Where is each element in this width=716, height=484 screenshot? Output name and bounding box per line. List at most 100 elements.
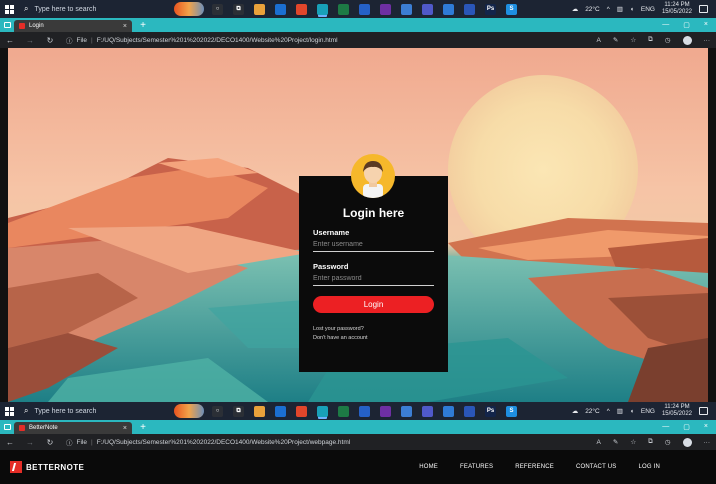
chrome-icon[interactable]: [254, 3, 265, 15]
photoshop-icon[interactable]: Ps: [485, 3, 496, 15]
favorite-star-icon[interactable]: ☆: [630, 36, 636, 44]
task-view-icon[interactable]: ⧉: [233, 3, 244, 15]
more-menu-icon[interactable]: ···: [704, 37, 711, 44]
collections-icon[interactable]: ⧉: [648, 36, 653, 44]
teams-icon[interactable]: [422, 405, 433, 417]
tab-betternote[interactable]: BetterNote ×: [14, 422, 132, 434]
extensions-icon[interactable]: ✎: [613, 36, 618, 44]
teams-icon[interactable]: [422, 3, 433, 15]
username-input[interactable]: [313, 239, 434, 252]
word-icon[interactable]: [464, 405, 475, 417]
onenote-icon[interactable]: [380, 405, 391, 417]
tab-actions-icon[interactable]: [0, 18, 14, 32]
skype-icon[interactable]: S: [506, 405, 517, 417]
history-icon[interactable]: ◷: [665, 438, 671, 446]
weather-cloud-icon[interactable]: ☁: [572, 407, 579, 415]
close-window-icon[interactable]: ×: [704, 21, 708, 29]
brave-icon[interactable]: [296, 405, 307, 417]
task-view-icon[interactable]: ⧉: [233, 405, 244, 417]
close-window-icon[interactable]: ×: [704, 423, 708, 431]
edge-icon[interactable]: [317, 3, 328, 15]
minimize-icon[interactable]: —: [662, 423, 669, 431]
calendar-icon[interactable]: [359, 405, 370, 417]
back-icon[interactable]: ←: [6, 36, 14, 45]
windows-start-button[interactable]: [0, 0, 18, 18]
betternote-logo[interactable]: BETTERNOTE: [10, 461, 84, 473]
calendar-icon[interactable]: [359, 3, 370, 15]
tab-login[interactable]: Login ×: [14, 20, 132, 32]
url-field[interactable]: ⓘ File | F:/UQ/Subjects/Semester%201%202…: [66, 437, 350, 448]
nav-log-in[interactable]: LOG IN: [638, 464, 660, 470]
outlook-icon[interactable]: [443, 3, 454, 15]
more-menu-icon[interactable]: ···: [704, 439, 711, 446]
show-hidden-icons-icon[interactable]: ^: [607, 408, 610, 415]
show-hidden-icons-icon[interactable]: ^: [607, 6, 610, 13]
outlook-icon[interactable]: [443, 405, 454, 417]
url-text: F:/UQ/Subjects/Semester%201%202022/DECO1…: [96, 36, 338, 44]
mail-icon[interactable]: [275, 405, 286, 417]
read-aloud-icon[interactable]: A: [597, 439, 601, 446]
notification-center-icon[interactable]: [699, 407, 708, 415]
taskbar-search-box[interactable]: ⌕ Type here to search: [18, 402, 158, 420]
nav-contact-us[interactable]: CONTACT US: [576, 464, 616, 470]
brave-icon[interactable]: [296, 3, 307, 15]
weather-temperature[interactable]: 22°C: [585, 6, 600, 13]
close-tab-icon[interactable]: ×: [123, 425, 127, 432]
onenote-icon[interactable]: [380, 3, 391, 15]
onedrive-icon[interactable]: [401, 3, 412, 15]
excel-icon[interactable]: [338, 3, 349, 15]
cortana-icon[interactable]: ○: [212, 405, 223, 417]
onedrive-icon[interactable]: [401, 405, 412, 417]
new-tab-icon[interactable]: +: [136, 20, 150, 31]
windows-start-button[interactable]: [0, 402, 18, 420]
nav-home[interactable]: HOME: [419, 464, 438, 470]
taskbar-clock[interactable]: 11:24 PM 15/05/2022: [662, 404, 692, 419]
volume-icon[interactable]: ◖: [630, 408, 634, 415]
read-aloud-icon[interactable]: A: [597, 37, 601, 44]
forward-icon[interactable]: →: [26, 438, 34, 447]
language-indicator[interactable]: ENG: [641, 6, 655, 13]
collections-icon[interactable]: ⧉: [648, 438, 653, 446]
nav-features[interactable]: FEATURES: [460, 464, 493, 470]
back-icon[interactable]: ←: [6, 438, 14, 447]
login-button[interactable]: Login: [313, 296, 434, 313]
maximize-icon[interactable]: ▢: [683, 21, 690, 29]
news-weather-widget-icon[interactable]: [174, 404, 204, 418]
language-indicator[interactable]: ENG: [641, 408, 655, 415]
taskbar-search-box[interactable]: ⌕ Type here to search: [18, 0, 158, 18]
extensions-icon[interactable]: ✎: [613, 438, 618, 446]
notification-center-icon[interactable]: [699, 5, 708, 13]
mail-icon[interactable]: [275, 3, 286, 15]
chrome-icon[interactable]: [254, 405, 265, 417]
lost-password-link[interactable]: Lost your password?: [313, 325, 434, 334]
profile-avatar-icon[interactable]: [682, 35, 692, 45]
url-field[interactable]: ⓘ File | F:/UQ/Subjects/Semester%201%202…: [66, 35, 338, 46]
history-icon[interactable]: ◷: [665, 36, 671, 44]
word-icon[interactable]: [464, 3, 475, 15]
news-weather-widget-icon[interactable]: [174, 2, 204, 16]
network-icon[interactable]: ▥: [617, 5, 623, 13]
skype-icon[interactable]: S: [506, 3, 517, 15]
nav-reference[interactable]: REFERENCE: [515, 464, 554, 470]
weather-cloud-icon[interactable]: ☁: [572, 5, 579, 13]
close-tab-icon[interactable]: ×: [123, 23, 127, 30]
forward-icon[interactable]: →: [26, 36, 34, 45]
edge-icon[interactable]: [317, 405, 328, 417]
weather-temperature[interactable]: 22°C: [585, 408, 600, 415]
photoshop-icon[interactable]: Ps: [485, 405, 496, 417]
cortana-icon[interactable]: ○: [212, 3, 223, 15]
refresh-icon[interactable]: ↻: [46, 438, 54, 447]
taskbar-clock[interactable]: 11:24 PM 15/05/2022: [662, 2, 692, 17]
new-tab-icon[interactable]: +: [136, 422, 150, 433]
maximize-icon[interactable]: ▢: [683, 423, 690, 431]
favorite-star-icon[interactable]: ☆: [630, 438, 636, 446]
excel-icon[interactable]: [338, 405, 349, 417]
volume-icon[interactable]: ◖: [630, 6, 634, 13]
network-icon[interactable]: ▥: [617, 407, 623, 415]
refresh-icon[interactable]: ↻: [46, 36, 54, 45]
password-input[interactable]: [313, 273, 434, 286]
minimize-icon[interactable]: —: [662, 21, 669, 29]
tab-actions-icon[interactable]: [0, 420, 14, 434]
profile-avatar-icon[interactable]: [682, 437, 692, 447]
no-account-link[interactable]: Don't have an account: [313, 334, 434, 343]
